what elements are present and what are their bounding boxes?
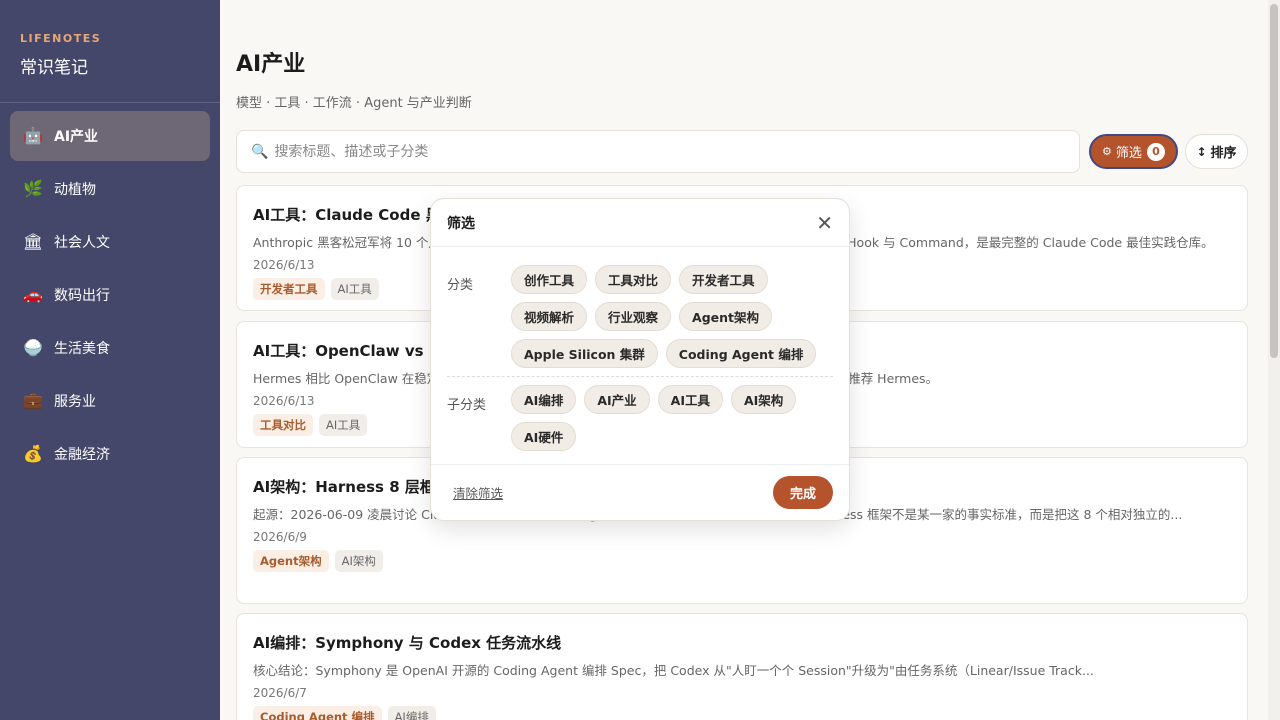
museum-icon: 🏛 bbox=[22, 232, 44, 251]
brand-title: 常识笔记 bbox=[20, 58, 88, 78]
subcategory-tag: AI工具 bbox=[319, 414, 368, 436]
sidebar-item-label: 金融经济 bbox=[54, 447, 110, 463]
sidebar-item-services[interactable]: 💼 服务业 bbox=[10, 376, 210, 426]
category-chips: 创作工具 工具对比 开发者工具 视频解析 行业观察 Agent架构 Apple … bbox=[511, 265, 833, 368]
subcategory-chip[interactable]: AI硬件 bbox=[511, 422, 577, 451]
subcategory-label: 子分类 bbox=[447, 398, 487, 413]
card-description: 核心结论：Symphony 是 OpenAI 开源的 Coding Agent … bbox=[253, 663, 1094, 678]
sidebar-item-label: AI产业 bbox=[54, 129, 99, 145]
clear-filter-link[interactable]: 清除筛选 bbox=[453, 483, 503, 502]
sidebar-item-food[interactable]: 🍚 生活美食 bbox=[10, 323, 210, 373]
sidebar-item-humanities[interactable]: 🏛 社会人文 bbox=[10, 217, 210, 267]
money-bag-icon: 💰 bbox=[23, 444, 43, 463]
note-card[interactable]: AI编排：Symphony 与 Codex 任务流水线 核心结论：Symphon… bbox=[236, 613, 1248, 720]
subcategory-chips: AI编排 AI产业 AI工具 AI架构 AI硬件 bbox=[511, 385, 833, 451]
card-tags: Agent架构 AI架构 bbox=[253, 550, 1231, 572]
subcategory-chip[interactable]: AI架构 bbox=[730, 385, 797, 414]
sort-arrows-icon: ↕ bbox=[1196, 144, 1207, 159]
sort-button[interactable]: ↕ 排序 bbox=[1185, 134, 1248, 169]
card-date: 2026/6/9 bbox=[253, 530, 307, 544]
sidebar: LIFENOTES 常识笔记 🤖 AI产业 🌿 动植物 🏛 社会人文 🚗 数码出… bbox=[0, 0, 220, 720]
category-filter-row: 分类 创作工具 工具对比 开发者工具 视频解析 行业观察 Agent架构 App… bbox=[431, 265, 849, 368]
subcategory-filter-row: 子分类 AI编排 AI产业 AI工具 AI架构 AI硬件 bbox=[431, 385, 849, 451]
page-subtitle: 模型 · 工具 · 工作流 · Agent 与产业判断 bbox=[236, 96, 472, 111]
rice-bowl-icon: 🍚 bbox=[23, 338, 43, 357]
leaf-icon: 🌿 bbox=[23, 179, 43, 198]
category-chip[interactable]: Coding Agent 编排 bbox=[665, 339, 817, 368]
car-icon: 🚗 bbox=[23, 285, 43, 304]
sidebar-item-plants-animals[interactable]: 🌿 动植物 bbox=[10, 164, 210, 214]
category-tag: Agent架构 bbox=[253, 550, 329, 572]
filter-count-badge: 0 bbox=[1146, 142, 1165, 161]
scrollbar[interactable] bbox=[1268, 0, 1280, 720]
sidebar-item-label: 服务业 bbox=[54, 394, 96, 410]
sidebar-item-finance[interactable]: 💰 金融经济 bbox=[10, 429, 210, 479]
sidebar-item-digital-travel[interactable]: 🚗 数码出行 bbox=[10, 270, 210, 320]
robot-icon: 🤖 bbox=[23, 126, 43, 145]
filter-button[interactable]: ⚙ 筛选 0 bbox=[1089, 134, 1178, 169]
sidebar-item-label: 生活美食 bbox=[54, 341, 110, 357]
sidebar-item-label: 动植物 bbox=[54, 182, 96, 198]
close-icon[interactable]: ✕ bbox=[816, 213, 833, 233]
done-button[interactable]: 完成 bbox=[773, 476, 833, 509]
search-icon: 🔍 bbox=[251, 143, 269, 160]
category-tag: 开发者工具 bbox=[253, 278, 325, 300]
sort-button-label: 排序 bbox=[1210, 146, 1237, 161]
sidebar-nav: 🤖 AI产业 🌿 动植物 🏛 社会人文 🚗 数码出行 🍚 生活美食 💼 服务业 … bbox=[0, 103, 220, 490]
briefcase-icon: 💼 bbox=[23, 391, 43, 410]
category-chip[interactable]: 视频解析 bbox=[511, 302, 588, 331]
category-chip[interactable]: Apple Silicon 集群 bbox=[511, 339, 658, 368]
subcategory-chip[interactable]: AI产业 bbox=[584, 385, 650, 414]
card-title: AI编排：Symphony 与 Codex 任务流水线 bbox=[253, 634, 562, 652]
category-chip[interactable]: 创作工具 bbox=[511, 265, 588, 294]
sidebar-item-label: 社会人文 bbox=[54, 235, 110, 251]
filter-popup-title: 筛选 bbox=[447, 215, 475, 232]
search-box[interactable]: 🔍 bbox=[236, 130, 1080, 173]
category-chip[interactable]: 工具对比 bbox=[595, 265, 672, 294]
subcategory-tag: AI编排 bbox=[387, 706, 436, 720]
sidebar-item-ai-industry[interactable]: 🤖 AI产业 bbox=[10, 111, 210, 161]
card-tags: Coding Agent 编排 AI编排 bbox=[253, 706, 1231, 720]
filter-popup-header: 筛选 ✕ bbox=[431, 199, 849, 247]
filter-popup-footer: 清除筛选 完成 bbox=[431, 464, 849, 520]
subcategory-chip[interactable]: AI工具 bbox=[657, 385, 723, 414]
category-label: 分类 bbox=[447, 278, 474, 293]
search-input[interactable] bbox=[274, 143, 1035, 160]
page-title: AI产业 bbox=[236, 52, 306, 77]
card-date: 2026/6/7 bbox=[253, 686, 307, 700]
sidebar-item-label: 数码出行 bbox=[54, 288, 110, 304]
subcategory-tag: AI架构 bbox=[334, 550, 383, 572]
category-chip[interactable]: 开发者工具 bbox=[679, 265, 768, 294]
subcategory-chip[interactable]: AI编排 bbox=[511, 385, 577, 414]
gear-icon: ⚙ bbox=[1102, 145, 1112, 158]
filter-divider bbox=[447, 376, 833, 377]
subcategory-tag: AI工具 bbox=[330, 278, 379, 300]
brand: LIFENOTES 常识笔记 bbox=[0, 0, 220, 103]
brand-kicker: LIFENOTES bbox=[20, 32, 102, 45]
category-chip[interactable]: Agent架构 bbox=[679, 302, 773, 331]
filter-popup: 筛选 ✕ 分类 创作工具 工具对比 开发者工具 视频解析 行业观察 Agent架… bbox=[430, 198, 850, 521]
category-chip[interactable]: 行业观察 bbox=[595, 302, 672, 331]
filter-button-label: 筛选 bbox=[1115, 146, 1142, 161]
category-tag: 工具对比 bbox=[253, 414, 313, 436]
category-tag: Coding Agent 编排 bbox=[253, 706, 382, 720]
scrollbar-thumb[interactable] bbox=[1270, 4, 1278, 358]
